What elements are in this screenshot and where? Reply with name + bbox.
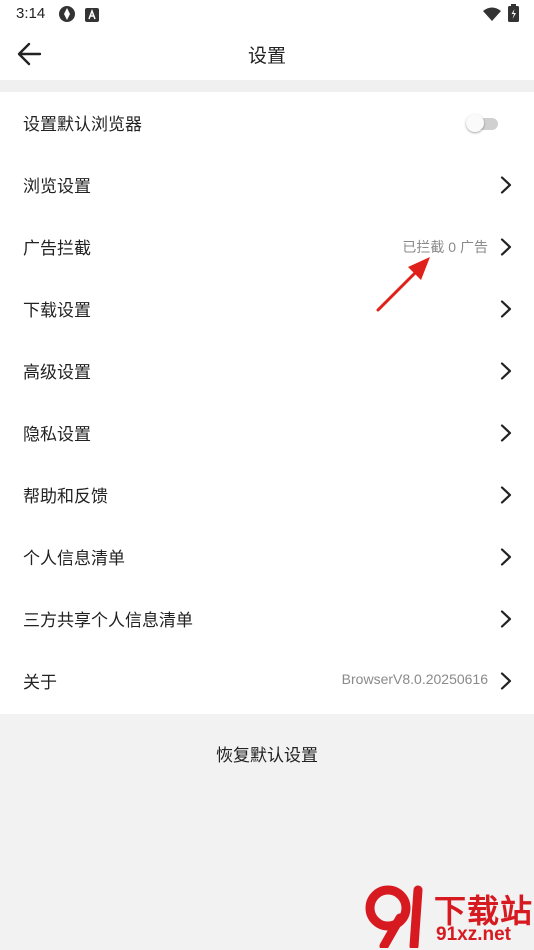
settings-item-label: 三方共享个人信息清单 <box>23 611 193 631</box>
chevron-right-icon <box>500 424 512 442</box>
app-bar: 设置 <box>0 28 534 80</box>
wifi-icon <box>483 6 501 25</box>
watermark: 下载站 91xz.net <box>362 882 534 950</box>
chevron-right-icon <box>500 486 512 504</box>
chevron-right-icon <box>500 362 512 380</box>
settings-item-download[interactable]: 下载设置 <box>0 278 534 340</box>
chevron-right-icon <box>500 548 512 566</box>
page-title: 设置 <box>247 45 286 67</box>
settings-item-label: 关于 <box>23 673 57 693</box>
status-bar: 3:14 <box>0 0 534 28</box>
annotation-arrow-icon <box>376 257 430 312</box>
settings-item-ad-block[interactable]: 广告拦截 已拦截 0 广告 <box>0 216 534 278</box>
sync-notification-icon <box>58 5 76 27</box>
battery-icon <box>508 4 519 26</box>
settings-item-label: 个人信息清单 <box>23 549 125 569</box>
chevron-right-icon <box>500 176 512 194</box>
settings-item-label: 广告拦截 <box>23 239 91 259</box>
settings-item-label: 浏览设置 <box>23 177 91 197</box>
watermark-domain: 91xz.net <box>436 924 511 945</box>
settings-item-third-party[interactable]: 三方共享个人信息清单 <box>0 588 534 650</box>
chevron-right-icon <box>500 672 512 690</box>
settings-item-browse[interactable]: 浏览设置 <box>0 154 534 216</box>
divider <box>0 80 534 92</box>
settings-item-label: 帮助和反馈 <box>23 487 108 507</box>
settings-item-default-browser[interactable]: 设置默认浏览器 <box>0 92 534 154</box>
toggle-thumb <box>466 114 484 132</box>
chevron-right-icon <box>500 238 512 256</box>
app-notification-icon <box>85 7 99 26</box>
settings-item-advanced[interactable]: 高级设置 <box>0 340 534 402</box>
settings-item-help[interactable]: 帮助和反馈 <box>0 464 534 526</box>
settings-item-label: 设置默认浏览器 <box>23 115 142 135</box>
settings-item-label: 隐私设置 <box>23 425 91 445</box>
settings-item-personal-info[interactable]: 个人信息清单 <box>0 526 534 588</box>
settings-item-about[interactable]: 关于 BrowserV8.0.20250616 <box>0 650 534 712</box>
settings-item-label: 下载设置 <box>23 301 91 321</box>
settings-item-label: 高级设置 <box>23 363 91 383</box>
restore-defaults-button[interactable]: 恢复默认设置 <box>0 714 534 790</box>
settings-item-privacy[interactable]: 隐私设置 <box>0 402 534 464</box>
settings-list: 设置默认浏览器 浏览设置 广告拦截 已拦截 0 广告 下载设置 高级设置 隐私设… <box>0 92 534 714</box>
restore-defaults-label: 恢复默认设置 <box>216 746 318 766</box>
default-browser-toggle[interactable] <box>466 114 500 132</box>
status-time: 3:14 <box>16 5 46 22</box>
watermark-logo-icon <box>365 885 423 948</box>
app-version: BrowserV8.0.20250616 <box>341 671 488 687</box>
chevron-right-icon <box>500 610 512 628</box>
chevron-right-icon <box>500 300 512 318</box>
